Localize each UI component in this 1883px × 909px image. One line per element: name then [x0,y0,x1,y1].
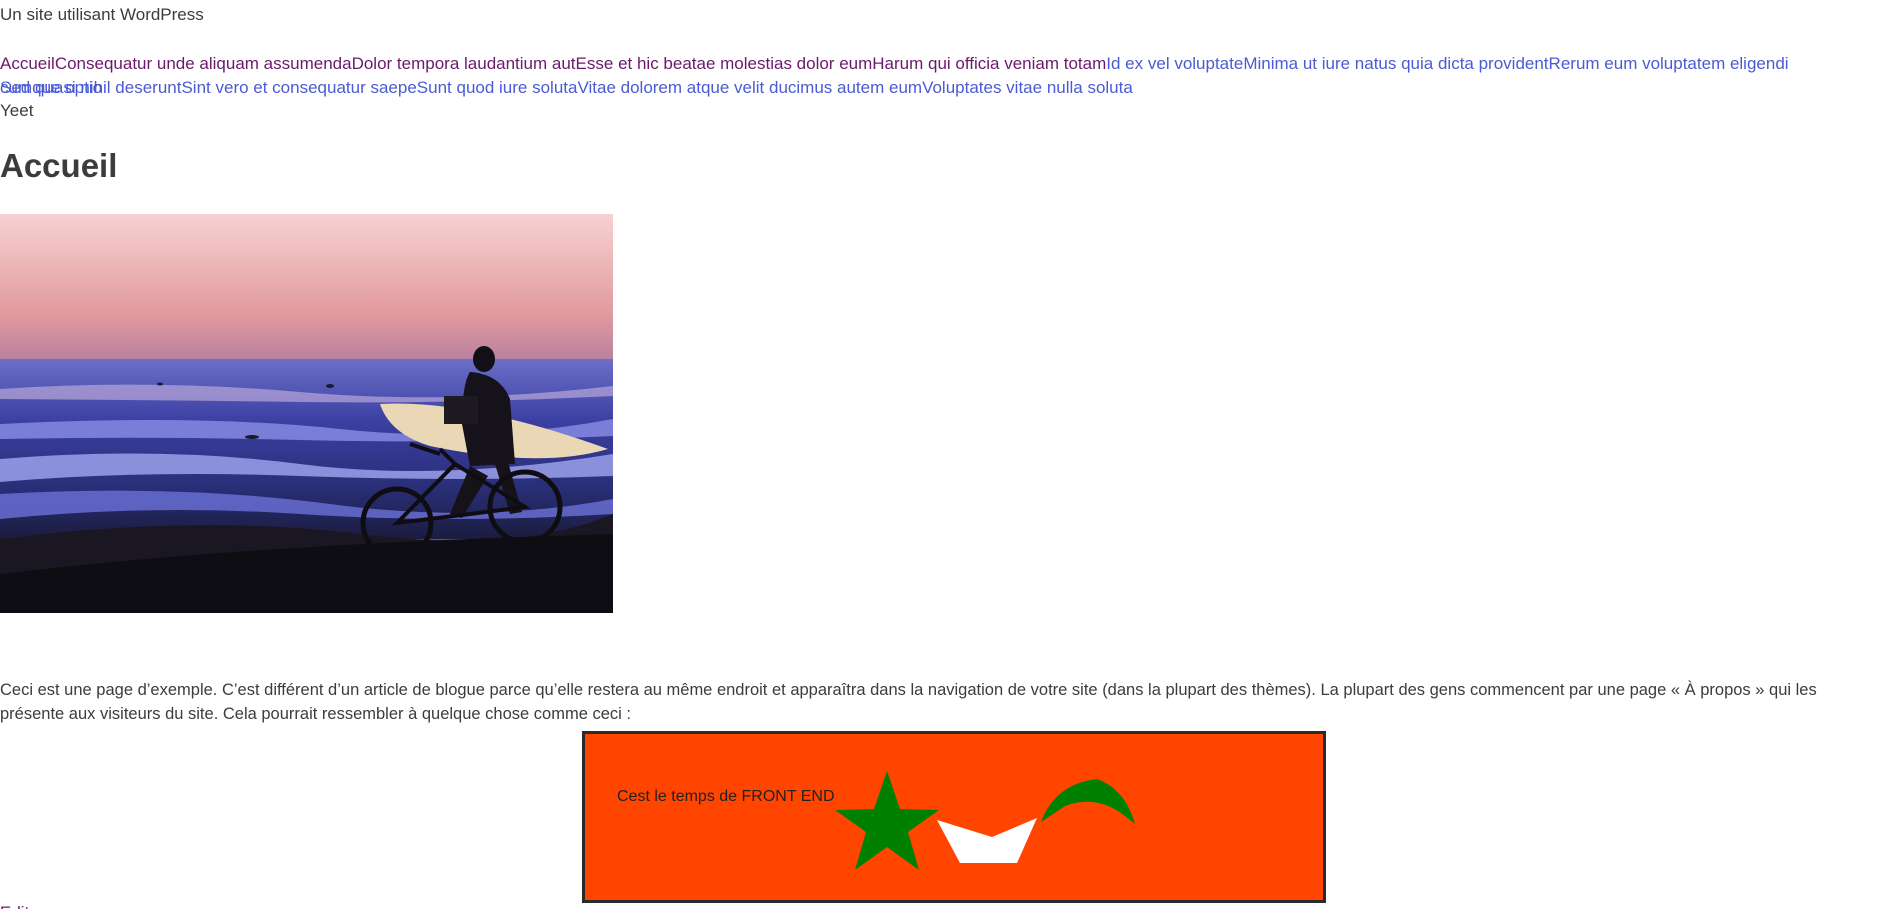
nav-link-sed-quasi[interactable]: Sed quasi nihil deserunt [0,78,181,97]
edit-link[interactable]: Edit [0,903,29,909]
main-navigation-line2: Sed quasi nihil deseruntSint vero et con… [0,76,1820,100]
nav-link-voluptates[interactable]: Voluptates vitae nulla soluta [922,78,1133,97]
banner-text: Cest le temps de FRONT END [617,788,835,805]
nav-link-minima[interactable]: Minima ut iure natus quia dicta providen… [1243,54,1548,73]
hero-image [0,214,613,613]
nav-link-sint-vero[interactable]: Sint vero et consequatur saepe [181,78,416,97]
nav-link-harum[interactable]: Harum qui officia veniam totam [872,54,1106,73]
nav-link-id-ex[interactable]: Id ex vel voluptate [1106,54,1243,73]
nav-link-vitae-dolorem[interactable]: Vitae dolorem atque velit ducimus autem … [577,78,922,97]
surfer-bicycle-photo-icon [0,214,613,613]
nav-extra-text: Yeet [0,101,34,120]
nav-link-esse[interactable]: Esse et hic beatae molestias dolor eum [576,54,873,73]
nav-link-accueil[interactable]: Accueil [0,54,55,73]
nav-link-consequatur[interactable]: Consequatur unde aliquam assumenda [55,54,352,73]
site-title[interactable]: Un site utilisant WordPress [0,5,204,25]
banner-shapes [835,771,1135,870]
nav-link-dolor[interactable]: Dolor tempora laudantium aut [352,54,576,73]
green-arc-icon [1041,779,1135,824]
boat-icon [937,818,1037,863]
page-title: Accueil [0,147,118,184]
star-icon [835,771,939,870]
nav-link-sunt-quod[interactable]: Sunt quod iure soluta [417,78,578,97]
intro-paragraph: Ceci est une page d’exemple. C’est diffé… [0,680,1817,723]
front-end-banner: Cest le temps de FRONT END [582,731,1326,903]
